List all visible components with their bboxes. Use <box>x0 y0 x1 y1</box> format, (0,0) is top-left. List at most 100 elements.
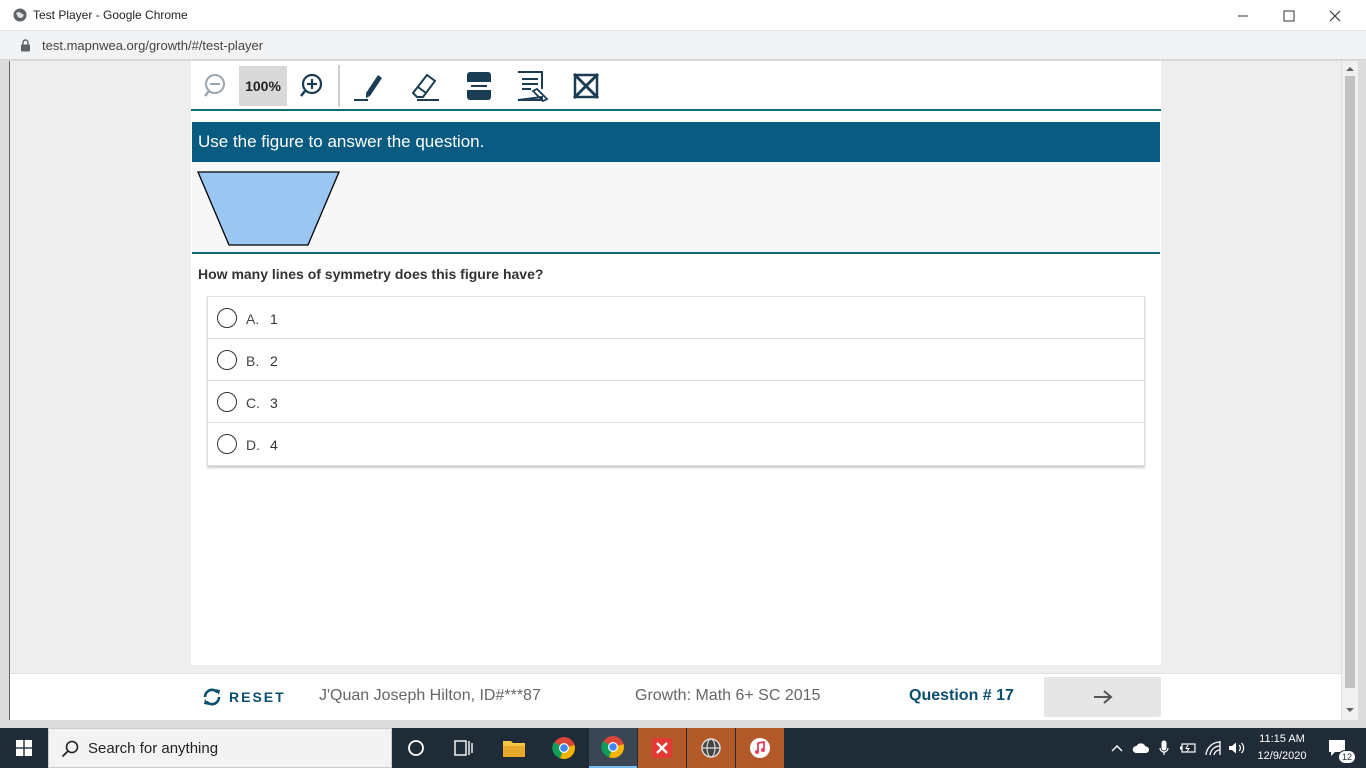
refresh-icon <box>203 688 221 706</box>
battery-icon <box>1180 743 1196 753</box>
window-title: Test Player - Google Chrome <box>33 8 188 22</box>
xmind-app-button[interactable] <box>638 728 686 768</box>
zoom-out-button[interactable] <box>201 67 231 105</box>
choice-letter: B. <box>246 353 260 369</box>
stimulus-header: Use the figure to answer the question. <box>192 122 1160 162</box>
show-hidden-icons-button[interactable] <box>1108 728 1126 768</box>
search-placeholder: Search for anything <box>88 740 219 757</box>
chrome-button[interactable] <box>540 728 588 768</box>
file-explorer-button[interactable] <box>490 728 538 768</box>
toolbar-divider <box>338 65 340 107</box>
battery-tray-button[interactable] <box>1177 728 1199 768</box>
start-button[interactable] <box>0 728 48 768</box>
choice-letter: C. <box>246 395 260 411</box>
red-x-app-icon <box>652 738 672 758</box>
answer-eliminator-icon <box>572 72 600 100</box>
volume-tray-button[interactable] <box>1226 728 1248 768</box>
eraser-icon <box>411 73 439 101</box>
choice-b[interactable]: B. 2 <box>208 339 1144 381</box>
arrow-right-icon <box>1093 690 1113 704</box>
search-icon <box>61 740 79 758</box>
action-center-button[interactable]: 12 <box>1320 728 1357 768</box>
line-reader-icon <box>467 72 491 100</box>
speaker-icon <box>1229 742 1245 754</box>
itunes-button[interactable] <box>736 728 784 768</box>
highlighter-icon <box>354 75 382 101</box>
choice-letter: D. <box>246 437 260 453</box>
reset-button[interactable]: RESET <box>201 684 286 710</box>
stimulus-figure-area <box>192 162 1160 254</box>
test-footer: RESET J'Quan Joseph Hilton, ID#***87 Gro… <box>10 673 1342 720</box>
maximize-button[interactable] <box>1266 0 1312 31</box>
trapezoid-shape <box>197 171 340 246</box>
window-titlebar: Test Player - Google Chrome <box>0 0 1366 31</box>
notepad-icon <box>517 71 549 103</box>
test-panel: 100% Use the figure to answer the questi… <box>191 61 1161 665</box>
network-app-button[interactable] <box>687 728 735 768</box>
address-bar[interactable]: test.mapnwea.org/growth/#/test-player <box>0 31 1366 60</box>
music-note-icon <box>750 738 770 758</box>
radio-button[interactable] <box>217 434 237 454</box>
clock-time: 11:15 AM <box>1259 733 1305 745</box>
task-view-icon <box>454 740 473 756</box>
radio-button[interactable] <box>217 308 237 328</box>
radio-button[interactable] <box>217 392 237 412</box>
student-name: J'Quan Joseph Hilton, ID#***87 <box>319 687 541 704</box>
system-clock[interactable]: 11:15 AM 12/9/2020 <box>1250 731 1314 765</box>
eraser-button[interactable] <box>406 67 442 105</box>
lock-icon <box>21 39 30 52</box>
scrollbar-thumb[interactable] <box>1345 76 1355 688</box>
scroll-down-icon[interactable] <box>1346 706 1354 714</box>
choice-c[interactable]: C. 3 <box>208 381 1144 423</box>
wifi-tray-button[interactable] <box>1202 728 1224 768</box>
answer-choices: A. 1 B. 2 C. 3 D. 4 <box>207 296 1145 466</box>
trapezoid-figure <box>197 171 340 246</box>
folder-icon <box>503 741 525 757</box>
microphone-tray-button[interactable] <box>1155 728 1173 768</box>
tool-bar: 100% <box>191 61 1161 111</box>
minimize-button[interactable] <box>1220 0 1266 31</box>
choice-a[interactable]: A. 1 <box>208 297 1144 339</box>
cortana-button[interactable] <box>392 728 440 768</box>
globe-grid-icon <box>701 738 721 758</box>
maximize-icon <box>1283 10 1295 21</box>
choice-value: 1 <box>270 311 278 327</box>
question-number: Question # 17 <box>909 687 1014 704</box>
taskbar-search-box[interactable]: Search for anything <box>48 728 392 768</box>
line-reader-button[interactable] <box>461 67 497 105</box>
wifi-icon <box>1205 741 1221 756</box>
chrome-active-window-button[interactable] <box>589 728 637 768</box>
windows-logo-icon <box>16 740 32 756</box>
highlighter-button[interactable] <box>351 67 387 105</box>
cloud-icon <box>1132 743 1150 753</box>
notification-badge: 12 <box>1338 750 1357 764</box>
test-name: Growth: Math 6+ SC 2015 <box>635 687 821 704</box>
close-window-button[interactable] <box>1312 0 1358 31</box>
minimize-icon <box>1238 15 1248 16</box>
url-text[interactable]: test.mapnwea.org/growth/#/test-player <box>42 38 263 53</box>
chrome-icon <box>552 737 575 760</box>
microphone-icon <box>1159 740 1169 755</box>
chrome-icon <box>601 736 624 759</box>
answer-eliminator-button[interactable] <box>569 67 603 105</box>
choice-d[interactable]: D. 4 <box>208 423 1144 465</box>
zoom-out-icon <box>204 74 225 97</box>
reset-label: RESET <box>229 689 286 705</box>
close-icon <box>1329 10 1341 21</box>
zoom-in-button[interactable] <box>296 67 326 105</box>
task-view-button[interactable] <box>440 728 488 768</box>
radio-button[interactable] <box>217 350 237 370</box>
cortana-circle-icon <box>408 740 424 756</box>
choice-value: 2 <box>270 353 278 369</box>
chevron-up-icon <box>1111 745 1123 752</box>
windows-taskbar: Search for anything 11:15 AM 12/9/2020 1… <box>0 728 1366 768</box>
clock-date: 12/9/2020 <box>1257 750 1307 762</box>
notepad-button[interactable] <box>514 67 550 105</box>
choice-value: 3 <box>270 395 278 411</box>
globe-icon <box>13 8 27 22</box>
vertical-scrollbar[interactable] <box>1341 61 1358 720</box>
next-question-button[interactable] <box>1044 677 1161 717</box>
onedrive-tray-icon-button[interactable] <box>1130 728 1152 768</box>
zoom-level: 100% <box>239 66 287 106</box>
scroll-up-icon[interactable] <box>1346 65 1354 73</box>
